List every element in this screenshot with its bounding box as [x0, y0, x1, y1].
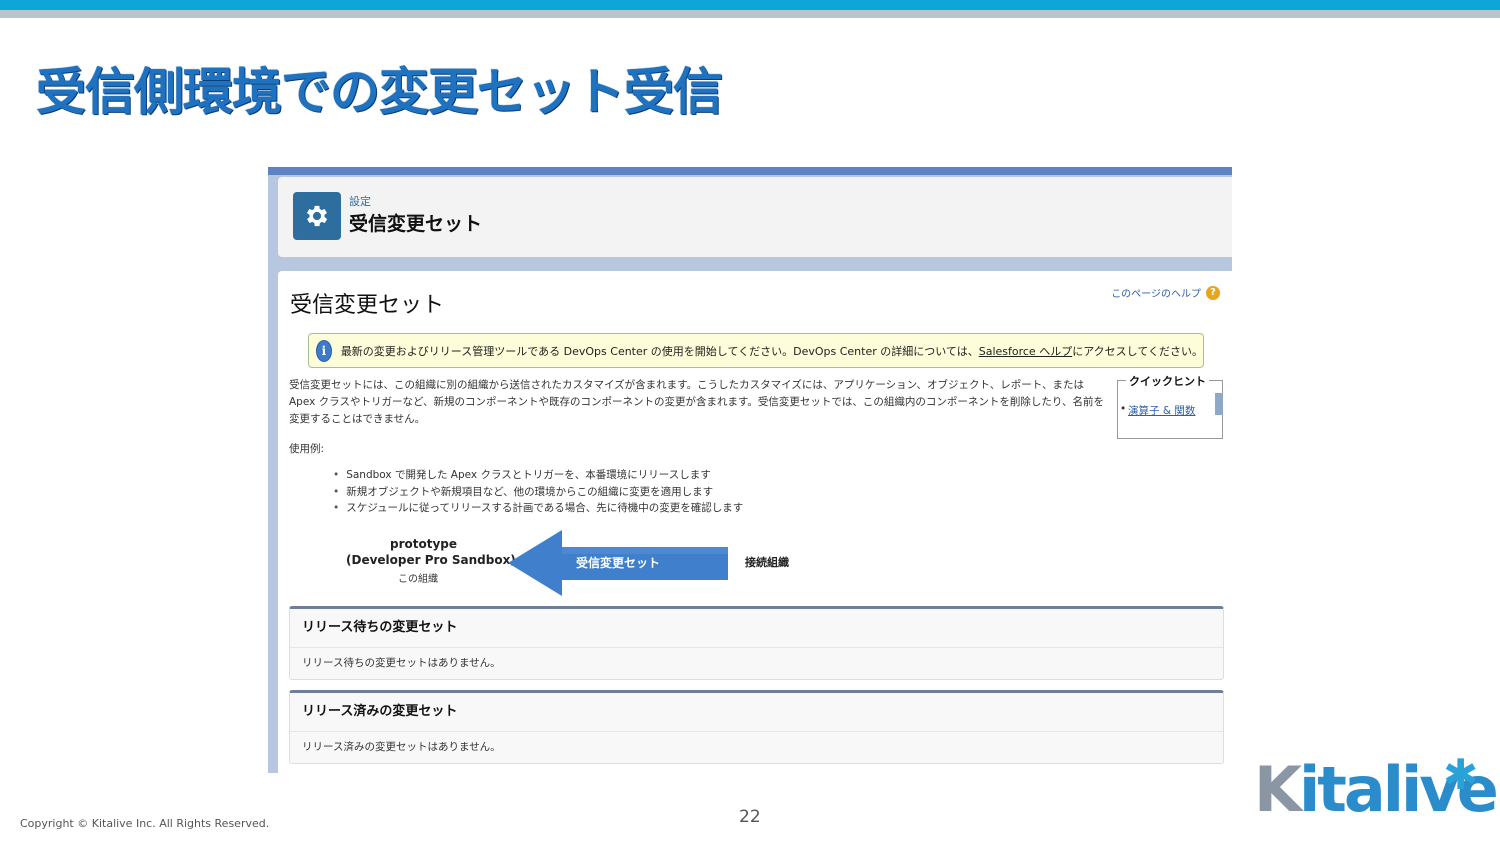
list-item: スケジュールに従ってリリースする計画である場合、先に待機中の変更を確認します [333, 500, 743, 517]
info-icon: i [316, 339, 332, 362]
help-link[interactable]: このページのヘルプ ? [1111, 285, 1220, 300]
page-title: 受信変更セット [290, 293, 445, 318]
breadcrumb[interactable]: 設定 [349, 193, 371, 209]
diagram-target-type: (Developer Pro Sandbox) [346, 553, 516, 567]
kitalive-logo: Kitalive ✱ [1254, 750, 1499, 832]
salesforce-screenshot: 設定 受信変更セット 受信変更セット このページのヘルプ ? i 最新の変更およ… [268, 167, 1232, 773]
header-title: 受信変更セット [349, 213, 483, 235]
page-number: 22 [739, 807, 761, 827]
change-set-diagram: prototype (Developer Pro Sandbox) この組織 受… [278, 529, 1232, 599]
description-text: 受信変更セットには、この組織に別の組織から送信されたカスタマイズが含まれます。こ… [289, 379, 1104, 425]
gear-icon [293, 192, 341, 240]
pending-change-sets-section: リリース待ちの変更セット リリース待ちの変更セットはありません。 [289, 606, 1224, 680]
logo-star-icon: ✱ [1443, 750, 1479, 799]
usage-list: Sandbox で開発した Apex クラスとトリガーを、本番環境にリリースしま… [333, 467, 743, 517]
devops-info-banner: i 最新の変更およびリリース管理ツールである DevOps Center の使用… [308, 333, 1204, 368]
salesforce-help-link[interactable]: Salesforce ヘルプ [979, 345, 1072, 358]
section-title: リリース待ちの変更セット [290, 609, 1223, 648]
quick-hint-scrollbar[interactable] [1215, 393, 1223, 415]
quick-hint-link-label[interactable]: 演算子 & 関数 [1128, 405, 1195, 417]
slide-title: 受信側環境での変更セット受信 [36, 63, 723, 121]
section-empty-text: リリース待ちの変更セットはありません。 [302, 657, 501, 669]
help-link-label[interactable]: このページのヘルプ [1111, 285, 1201, 300]
usage-label: 使用例: [289, 443, 325, 455]
list-item: 新規オブジェクトや新規項目など、他の環境からこの組織に変更を適用します [333, 484, 743, 501]
setup-header: 設定 受信変更セット [278, 177, 1232, 257]
diagram-arrow-label: 受信変更セット [576, 556, 661, 570]
quick-hint-link[interactable]: • 演算子 & 関数 [1120, 403, 1195, 418]
quick-hint-box: クイックヒント • 演算子 & 関数 [1117, 373, 1223, 439]
info-text: 最新の変更およびリリース管理ツールである DevOps Center の使用を開… [341, 343, 1203, 359]
page-content: 受信変更セット このページのヘルプ ? i 最新の変更およびリリース管理ツールで… [278, 271, 1232, 773]
quick-hint-title: クイックヒント [1126, 373, 1209, 389]
copyright-text: Copyright © Kitalive Inc. All Rights Res… [20, 817, 270, 830]
quick-hint-bullet: • [1120, 403, 1127, 415]
diagram-target-name: prototype [390, 537, 458, 551]
diagram-target-label: この組織 [398, 574, 438, 585]
diagram-source-label: 接続組織 [745, 556, 789, 569]
deployed-change-sets-section: リリース済みの変更セット リリース済みの変更セットはありません。 [289, 690, 1224, 764]
info-text-before: 最新の変更およびリリース管理ツールである DevOps Center の使用を開… [340, 344, 979, 358]
section-title: リリース済みの変更セット [290, 693, 1223, 732]
top-accent-bar [0, 0, 1500, 10]
help-icon[interactable]: ? [1206, 285, 1220, 300]
top-gray-bar [0, 10, 1500, 18]
info-text-after: にアクセスしてください。 [1072, 344, 1203, 358]
section-empty-text: リリース済みの変更セットはありません。 [302, 741, 501, 753]
logo-k: K [1254, 753, 1302, 826]
list-item: Sandbox で開発した Apex クラスとトリガーを、本番環境にリリースしま… [333, 467, 743, 484]
screenshot-top-strip [268, 167, 1232, 175]
